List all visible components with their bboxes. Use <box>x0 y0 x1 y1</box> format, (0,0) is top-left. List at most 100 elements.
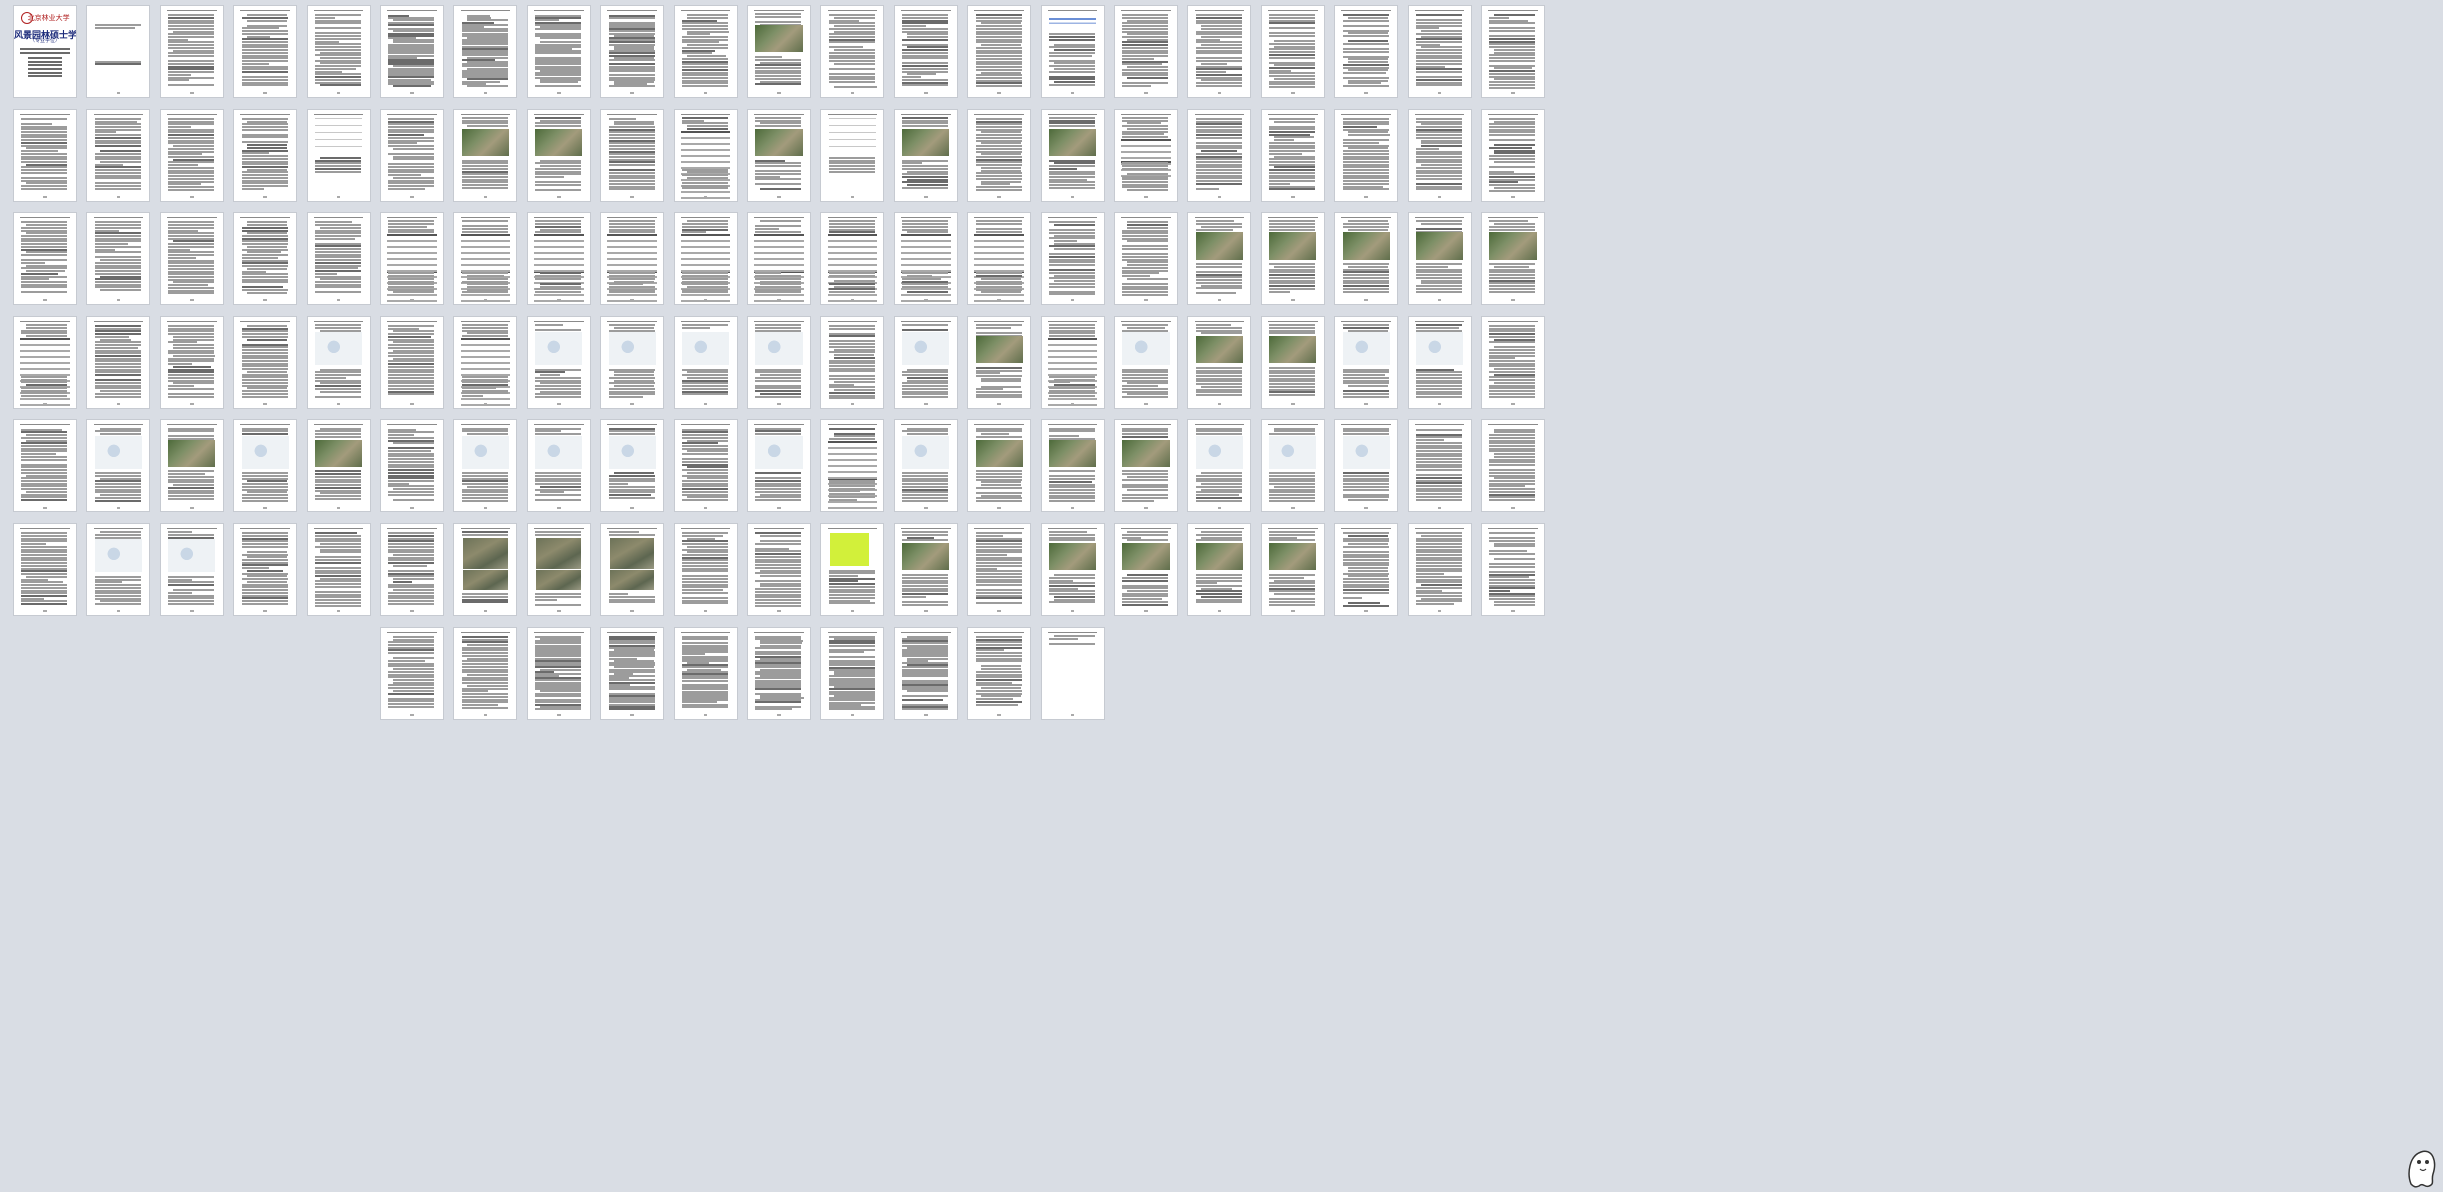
page-thumbnail[interactable] <box>307 109 370 201</box>
page-thumbnail[interactable] <box>1261 420 1324 512</box>
page-thumbnail[interactable] <box>601 6 664 97</box>
page-thumbnail[interactable] <box>968 524 1031 615</box>
page-thumbnail[interactable] <box>454 524 517 615</box>
page-thumbnail[interactable] <box>894 109 957 201</box>
page-thumbnail[interactable] <box>1261 213 1324 305</box>
page-thumbnail[interactable] <box>381 420 443 512</box>
page-thumbnail[interactable] <box>1188 213 1251 305</box>
page-thumbnail[interactable] <box>1041 109 1104 201</box>
page-thumbnail[interactable] <box>894 6 957 97</box>
page-thumbnail[interactable] <box>1188 109 1251 201</box>
page-thumbnail[interactable] <box>1261 6 1324 97</box>
page-thumbnail[interactable] <box>381 627 443 719</box>
page-thumbnail[interactable] <box>748 627 810 719</box>
page-thumbnail[interactable] <box>454 627 517 719</box>
page-thumbnail[interactable] <box>527 627 590 719</box>
page-thumbnail[interactable] <box>307 524 370 615</box>
page-thumbnail[interactable] <box>160 213 223 305</box>
page-thumbnail[interactable] <box>1408 6 1471 97</box>
page-thumbnail[interactable] <box>1408 316 1471 408</box>
page-thumbnail[interactable] <box>821 316 884 408</box>
page-thumbnail[interactable] <box>601 316 664 408</box>
page-thumbnail[interactable] <box>1115 316 1177 408</box>
page-thumbnail[interactable] <box>674 213 737 305</box>
page-thumbnail[interactable] <box>1188 6 1251 97</box>
page-thumbnail[interactable] <box>1482 420 1544 512</box>
page-thumbnail[interactable] <box>14 316 76 408</box>
mascot-icon[interactable] <box>2403 1144 2439 1188</box>
page-thumbnail[interactable] <box>894 316 957 408</box>
page-thumbnail[interactable] <box>14 213 76 305</box>
page-thumbnail[interactable] <box>527 213 590 305</box>
page-thumbnail[interactable] <box>234 316 297 408</box>
page-thumbnail[interactable] <box>234 213 297 305</box>
page-thumbnail[interactable] <box>821 627 884 719</box>
page-thumbnail[interactable] <box>968 213 1031 305</box>
page-thumbnail[interactable] <box>748 213 810 305</box>
page-thumbnail[interactable] <box>674 109 737 201</box>
page-thumbnail[interactable] <box>527 6 590 97</box>
page-thumbnail[interactable] <box>1041 316 1104 408</box>
page-thumbnail[interactable] <box>527 316 590 408</box>
page-thumbnail[interactable] <box>307 213 370 305</box>
page-thumbnail[interactable] <box>307 316 370 408</box>
page-thumbnail[interactable] <box>14 420 76 512</box>
page-thumbnail[interactable] <box>674 627 737 719</box>
page-thumbnail[interactable] <box>1115 6 1177 97</box>
page-thumbnail[interactable] <box>968 420 1031 512</box>
page-thumbnail[interactable] <box>748 109 810 201</box>
page-thumbnail[interactable] <box>601 420 664 512</box>
page-thumbnail[interactable] <box>87 316 150 408</box>
page-thumbnail[interactable] <box>381 213 443 305</box>
page-thumbnail[interactable] <box>87 420 150 512</box>
page-thumbnail[interactable] <box>1335 6 1398 97</box>
page-thumbnail[interactable] <box>454 6 517 97</box>
page-thumbnail[interactable] <box>748 420 810 512</box>
page-thumbnail[interactable] <box>234 524 297 615</box>
page-thumbnail[interactable] <box>381 6 443 97</box>
page-thumbnail[interactable] <box>894 627 957 719</box>
page-thumbnail[interactable] <box>527 524 590 615</box>
page-thumbnail[interactable] <box>454 109 517 201</box>
page-thumbnail[interactable] <box>307 420 370 512</box>
page-thumbnail[interactable] <box>1115 213 1177 305</box>
page-thumbnail[interactable] <box>1115 420 1177 512</box>
page-thumbnail[interactable] <box>14 109 76 201</box>
page-thumbnail[interactable] <box>748 524 810 615</box>
page-thumbnail[interactable] <box>968 6 1031 97</box>
page-thumbnail[interactable] <box>1188 316 1251 408</box>
page-thumbnail[interactable] <box>1335 420 1398 512</box>
page-thumbnail[interactable] <box>1188 524 1251 615</box>
page-thumbnail[interactable] <box>381 524 443 615</box>
page-thumbnail[interactable] <box>1041 524 1104 615</box>
page-thumbnail[interactable] <box>1335 316 1398 408</box>
page-thumbnail[interactable] <box>894 420 957 512</box>
page-thumbnail[interactable] <box>1041 213 1104 305</box>
page-thumbnail[interactable] <box>968 109 1031 201</box>
page-thumbnail[interactable] <box>1335 109 1398 201</box>
page-thumbnail[interactable] <box>821 6 884 97</box>
page-thumbnail[interactable] <box>454 213 517 305</box>
page-thumbnail[interactable] <box>454 316 517 408</box>
page-thumbnail[interactable] <box>674 6 737 97</box>
page-thumbnail[interactable] <box>748 6 810 97</box>
page-thumbnail[interactable] <box>527 109 590 201</box>
page-thumbnail[interactable] <box>1261 109 1324 201</box>
page-thumbnail[interactable] <box>821 420 884 512</box>
page-thumbnail[interactable] <box>894 213 957 305</box>
page-thumbnail[interactable] <box>160 109 223 201</box>
page-thumbnail[interactable] <box>601 627 664 719</box>
page-thumbnail[interactable] <box>1482 6 1544 97</box>
page-thumbnail[interactable] <box>1261 316 1324 408</box>
page-thumbnail[interactable] <box>14 524 76 615</box>
page-thumbnail[interactable] <box>160 316 223 408</box>
page-thumbnail[interactable] <box>821 213 884 305</box>
page-thumbnail[interactable] <box>1261 524 1324 615</box>
page-thumbnail[interactable] <box>160 420 223 512</box>
page-thumbnail[interactable] <box>234 109 297 201</box>
page-thumbnail[interactable] <box>601 109 664 201</box>
page-thumbnail[interactable] <box>87 213 150 305</box>
page-thumbnail[interactable] <box>381 316 443 408</box>
page-thumbnail[interactable] <box>821 109 884 201</box>
page-thumbnail[interactable] <box>674 316 737 408</box>
